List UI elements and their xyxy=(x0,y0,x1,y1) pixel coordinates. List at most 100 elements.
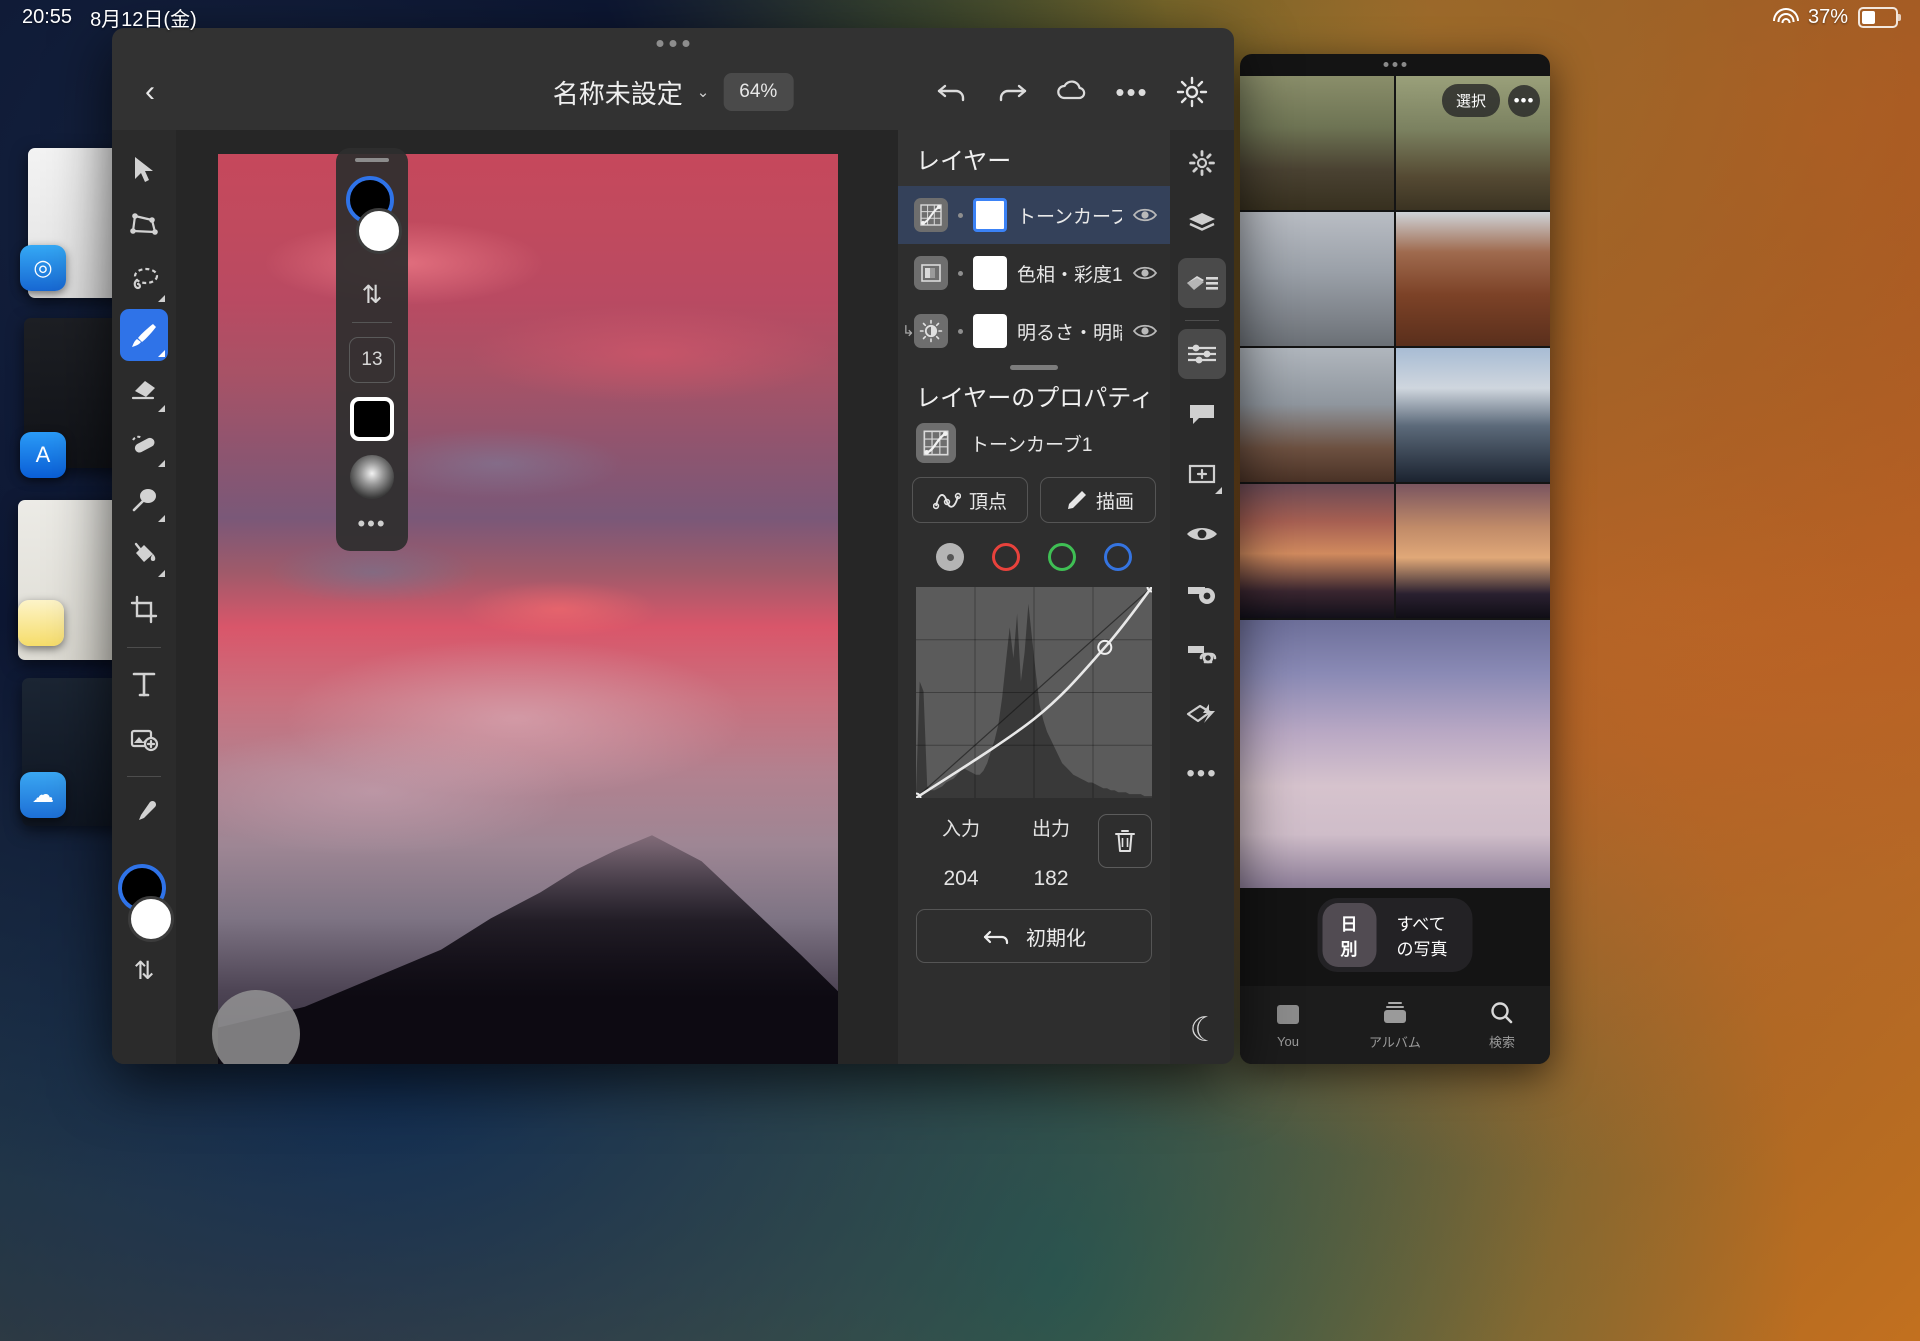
zoom-level[interactable]: 64% xyxy=(723,73,794,111)
ellipsis-icon[interactable]: ••• xyxy=(1178,749,1226,799)
photo-thumb[interactable] xyxy=(1396,212,1550,346)
gear-icon[interactable] xyxy=(1178,138,1226,188)
photo-thumb[interactable] xyxy=(1396,484,1550,618)
photo-thumb[interactable] xyxy=(1240,348,1394,482)
palette-more-icon[interactable]: ••• xyxy=(357,511,386,537)
layer-mask-thumbnail[interactable] xyxy=(973,256,1007,290)
lasso-tool[interactable] xyxy=(120,254,168,306)
photos-segment-all[interactable]: すべての写真 xyxy=(1379,903,1468,967)
input-value[interactable]: 204 xyxy=(916,867,1006,891)
photo-thumb[interactable] xyxy=(1240,620,1550,888)
chevron-down-icon[interactable]: ⌄ xyxy=(697,83,710,101)
transform-tool[interactable] xyxy=(120,199,168,251)
place-image-tool[interactable] xyxy=(120,713,168,765)
document-title[interactable]: 名称未設定 xyxy=(553,74,683,111)
curve-mode-tabs[interactable]: 頂点 描画 xyxy=(898,477,1170,537)
swap-arrows-icon[interactable]: ⇅ xyxy=(116,956,172,986)
app-icon-safari[interactable]: ◎ xyxy=(20,245,66,291)
eye-icon[interactable] xyxy=(1132,202,1158,228)
gear-icon[interactable] xyxy=(1174,74,1210,110)
layers-stack-icon[interactable] xyxy=(1178,198,1226,248)
redo-icon[interactable] xyxy=(994,74,1030,110)
text-tool[interactable] xyxy=(120,658,168,710)
channel-composite[interactable] xyxy=(936,543,964,571)
undo-icon[interactable] xyxy=(934,74,970,110)
window-grabber[interactable] xyxy=(656,40,690,47)
app-icon-appstore[interactable]: A xyxy=(20,432,66,478)
app-icon-notes[interactable] xyxy=(18,600,64,646)
app-icon-weather[interactable]: ☁ xyxy=(20,772,66,818)
merge-layers-icon[interactable] xyxy=(1178,689,1226,739)
layer-name[interactable]: 明るさ・明暗比1 xyxy=(1017,318,1122,345)
tone-curve-graph[interactable] xyxy=(916,587,1152,798)
photos-app-window[interactable]: 選択 ••• 日別 すべての写真 You アルバム 検索 xyxy=(1240,54,1550,1064)
output-value[interactable]: 182 xyxy=(1006,867,1096,891)
photos-tab-for-you[interactable]: You xyxy=(1273,1002,1303,1049)
canvas-area[interactable]: ⇅ 13 ••• xyxy=(176,130,898,1064)
eye-icon[interactable] xyxy=(1178,509,1226,559)
photo-thumb[interactable] xyxy=(1240,484,1394,618)
layer-mask-thumbnail[interactable] xyxy=(973,314,1007,348)
tab-draw[interactable]: 描画 xyxy=(1040,477,1156,523)
photos-more-button[interactable]: ••• xyxy=(1508,84,1540,117)
sliders-icon[interactable] xyxy=(1178,329,1226,379)
layers-list-icon[interactable] xyxy=(1178,258,1226,308)
layer-name[interactable]: トーンカーブ1 xyxy=(1017,202,1122,229)
canvas-image[interactable] xyxy=(218,154,838,1064)
eye-icon[interactable] xyxy=(1132,260,1158,286)
brush-tool[interactable] xyxy=(120,309,168,361)
brush-preview-icon[interactable] xyxy=(350,455,394,499)
channel-red[interactable] xyxy=(992,543,1020,571)
eyedropper-tool[interactable] xyxy=(120,787,168,839)
mask-eye-icon[interactable] xyxy=(1178,569,1226,619)
photos-select-label[interactable]: 選択 xyxy=(1441,84,1500,117)
palette-swatches[interactable] xyxy=(344,176,402,262)
paint-bucket-tool[interactable] xyxy=(120,529,168,581)
photo-thumb[interactable] xyxy=(1240,76,1394,210)
photos-tab-search[interactable]: 検索 xyxy=(1487,1000,1517,1051)
photos-segment-daily[interactable]: 日別 xyxy=(1322,903,1377,967)
channel-blue[interactable] xyxy=(1104,543,1132,571)
move-tool[interactable] xyxy=(120,144,168,196)
background-color-swatch[interactable] xyxy=(128,896,174,942)
photo-thumb[interactable] xyxy=(1396,348,1550,482)
color-chip[interactable] xyxy=(350,397,394,441)
tone-curve-svg[interactable] xyxy=(916,587,1152,798)
photoshop-window[interactable]: ‹ 名称未設定 ⌄ 64% ••• ⇅ ⇅ 13 ••• レイヤー トーンカーブ… xyxy=(112,28,1234,1064)
bottom-color-swatches[interactable]: ⇅ xyxy=(116,864,174,986)
layer-row-hue-saturation[interactable]: 色相・彩度1 xyxy=(898,244,1170,302)
tool-palette[interactable]: ⇅ xyxy=(112,130,176,1064)
photos-tab-albums[interactable]: アルバム xyxy=(1369,1000,1421,1051)
right-rail[interactable]: ••• xyxy=(1170,130,1234,1064)
tab-vertex[interactable]: 頂点 xyxy=(912,477,1028,523)
palette-background-swatch[interactable] xyxy=(356,208,402,254)
eraser-tool[interactable] xyxy=(120,364,168,416)
photos-window-grabber[interactable] xyxy=(1383,62,1407,67)
link-mask-icon[interactable] xyxy=(1178,629,1226,679)
heal-tool[interactable] xyxy=(120,419,168,471)
panel-resize-handle[interactable] xyxy=(898,360,1170,374)
layer-row-tone-curve[interactable]: トーンカーブ1 xyxy=(898,186,1170,244)
comment-icon[interactable] xyxy=(1178,389,1226,439)
delete-point-button[interactable] xyxy=(1098,814,1152,868)
layer-mask-thumbnail[interactable] xyxy=(973,198,1007,232)
cloud-icon[interactable] xyxy=(1054,74,1090,110)
channel-selector[interactable] xyxy=(898,537,1170,587)
floating-color-palette[interactable]: ⇅ 13 ••• xyxy=(336,148,408,551)
add-frame-icon[interactable] xyxy=(1178,449,1226,499)
ellipsis-icon[interactable]: ••• xyxy=(1114,74,1150,110)
layer-row-brightness-contrast[interactable]: ↳ 明るさ・明暗比1 xyxy=(898,302,1170,360)
palette-grabber[interactable] xyxy=(355,158,389,162)
eye-icon[interactable] xyxy=(1132,318,1158,344)
photos-segmented-control[interactable]: 日別 すべての写真 xyxy=(1317,898,1473,972)
brush-size-value[interactable]: 13 xyxy=(349,337,395,383)
swap-arrows-icon[interactable]: ⇅ xyxy=(362,280,383,310)
right-panel[interactable]: レイヤー トーンカーブ1 色相・彩度1 ↳ xyxy=(898,130,1170,1064)
reset-button[interactable]: 初期化 xyxy=(916,909,1152,963)
back-button[interactable]: ‹ xyxy=(134,77,166,107)
layer-name[interactable]: 色相・彩度1 xyxy=(1017,260,1122,287)
photo-thumb[interactable] xyxy=(1240,212,1394,346)
photos-tab-bar[interactable]: You アルバム 検索 xyxy=(1240,986,1550,1064)
blur-tool[interactable] xyxy=(120,474,168,526)
channel-green[interactable] xyxy=(1048,543,1076,571)
